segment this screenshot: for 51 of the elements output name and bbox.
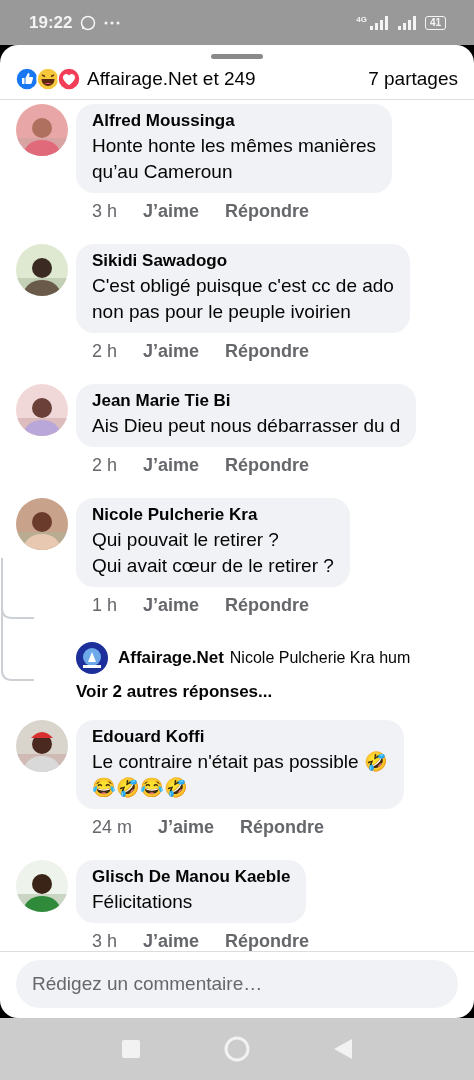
like-link[interactable]: J’aime bbox=[143, 595, 200, 638]
comment-text: Félicitations bbox=[92, 890, 194, 914]
comment-time: 24 m bbox=[92, 817, 133, 839]
comment-text: Ais Dieu peut nous débarrasser du d bbox=[92, 414, 401, 438]
reply-link[interactable]: Répondre bbox=[240, 817, 325, 860]
back-icon[interactable] bbox=[334, 1039, 352, 1059]
signal-icon bbox=[396, 15, 417, 30]
signal-icon bbox=[368, 15, 389, 30]
reply-link[interactable]: Répondre bbox=[225, 595, 310, 638]
drag-handle[interactable] bbox=[211, 54, 263, 59]
like-link[interactable]: J’aime bbox=[143, 455, 200, 498]
comment-author[interactable]: Nicole Pulcherie Kra bbox=[92, 505, 334, 525]
reactions-summary[interactable]: Affairage.Net et 249 bbox=[87, 68, 256, 90]
comment-text: Qui pouvait le retirer ? Qui avait cœur de le retirer ? bbox=[92, 528, 334, 578]
comment-time: 2 h bbox=[92, 455, 118, 477]
heart-reaction-icon bbox=[57, 67, 81, 91]
recent-apps-icon[interactable] bbox=[122, 1040, 140, 1058]
reply-link[interactable]: Répondre bbox=[225, 931, 310, 951]
like-link[interactable]: J’aime bbox=[143, 341, 200, 384]
comment-author[interactable]: Alfred Moussinga bbox=[92, 111, 377, 131]
battery-level: 41 bbox=[424, 15, 446, 30]
comment-author[interactable]: Glisch De Manou Kaeble bbox=[92, 867, 291, 887]
laughing-reaction-icon bbox=[36, 67, 60, 91]
reply-link[interactable]: Répondre bbox=[225, 455, 310, 498]
reply-text: Nicole Pulcherie Kra hum bbox=[229, 649, 411, 667]
reply-link[interactable]: Répondre bbox=[225, 201, 310, 244]
page-logo bbox=[76, 642, 108, 674]
more-icon bbox=[104, 20, 121, 25]
like-reaction-icon bbox=[15, 67, 39, 91]
comment-text: C'est obligé puisque c'est cc de ado non pas pour le peuple ivoirien bbox=[92, 274, 394, 324]
like-link[interactable]: J’aime bbox=[158, 817, 215, 860]
comment-time: 2 h bbox=[92, 341, 118, 363]
chat-app-icon bbox=[80, 14, 97, 31]
comment-author[interactable]: Edouard Koffi bbox=[92, 727, 388, 747]
comment-time: 3 h bbox=[92, 931, 118, 951]
reply-link[interactable]: Répondre bbox=[225, 341, 310, 384]
like-link[interactable]: J’aime bbox=[143, 931, 200, 951]
network-type: 4G bbox=[356, 15, 367, 24]
reply-author[interactable]: Affairage.Net bbox=[118, 648, 224, 668]
comment-author[interactable]: Jean Marie Tie Bi bbox=[92, 391, 401, 411]
like-link[interactable]: J’aime bbox=[143, 201, 200, 244]
comment-time: 3 h bbox=[92, 201, 118, 223]
status-time: 19:22 bbox=[29, 12, 73, 33]
comment-author[interactable]: Sikidi Sawadogo bbox=[92, 251, 394, 271]
more-replies-link[interactable]: Voir 2 autres réponses... bbox=[76, 678, 411, 720]
comment-text: Le contraire n'était pas possible 🤣 😂🤣😂🤣 bbox=[92, 750, 388, 800]
comment-input-field[interactable]: Rédigez un commentaire… bbox=[16, 960, 458, 1008]
shares-count[interactable]: 7 partages bbox=[368, 68, 458, 90]
comment-time: 1 h bbox=[92, 595, 118, 617]
home-icon[interactable] bbox=[224, 1036, 250, 1062]
comment-text: Honte honte les mêmes manières qu’au Cameroun bbox=[92, 134, 377, 184]
